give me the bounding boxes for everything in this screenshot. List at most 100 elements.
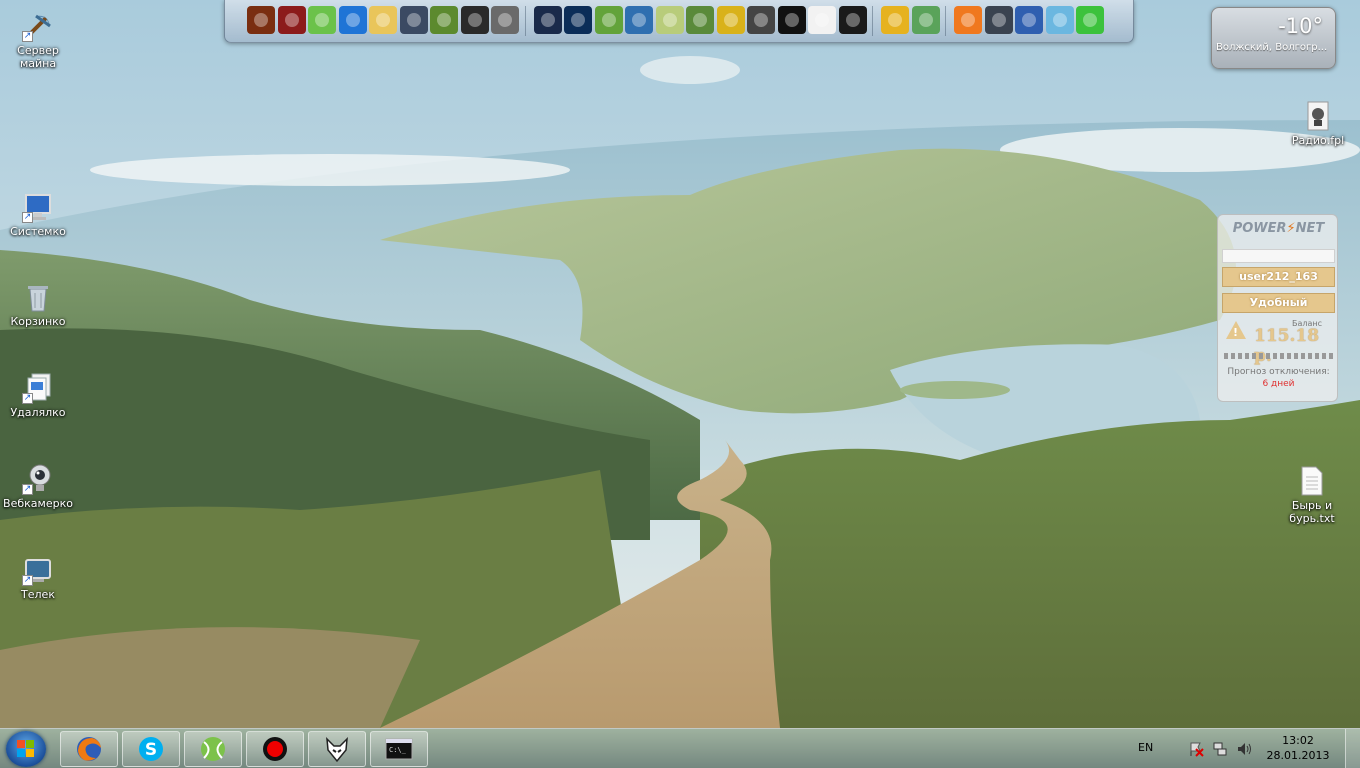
desktop-wallpaper <box>0 0 1360 728</box>
warning-mark: ! <box>1233 326 1239 339</box>
crescent-app-icon <box>1022 13 1036 27</box>
dock-item-money-icon[interactable] <box>911 6 940 34</box>
system-clock[interactable]: 13:02 28.01.2013 <box>1266 733 1330 763</box>
dock-item-weather-sun-icon[interactable] <box>881 6 909 34</box>
desktop-icon-webcam[interactable]: ↗ Вебкамерко <box>0 463 76 510</box>
dock-item-monitor-99-icon[interactable] <box>747 6 775 34</box>
desktop-icon-recycle-bin[interactable]: Корзинко <box>0 281 76 328</box>
steam-icon <box>991 13 1006 27</box>
dock-item-photoshop-icon[interactable] <box>564 6 592 34</box>
dock-item-soldier-icon[interactable] <box>399 6 428 34</box>
weather-gadget[interactable]: -10° Волжский, Волгогр... <box>1211 7 1336 69</box>
dock-item-road-icon[interactable] <box>686 6 714 34</box>
start-button[interactable] <box>6 731 46 767</box>
svg-text:C:\_: C:\_ <box>389 746 407 754</box>
dock-item-crescent-app-icon[interactable] <box>1015 6 1043 34</box>
dock-item-android-icon[interactable] <box>1045 6 1074 34</box>
application-dock <box>224 0 1134 43</box>
desktop-icon-label: Удалялко <box>10 406 66 419</box>
dock-item-origin-icon[interactable] <box>954 6 982 34</box>
landscape-app-icon <box>601 13 616 27</box>
desktop-icon-label: Корзинко <box>10 315 66 328</box>
minecraft-block-icon <box>437 13 451 27</box>
dock-item-green-star-icon[interactable] <box>1076 6 1104 34</box>
powernet-logo-text: NET <box>1295 221 1325 236</box>
weather-temperature: -10° <box>1278 14 1323 38</box>
webcam-icon: ↗ <box>22 463 54 495</box>
clock-date: 28.01.2013 <box>1266 749 1330 762</box>
dock-item-lens-app-icon[interactable] <box>533 6 562 34</box>
play-icon <box>845 13 860 27</box>
pickaxe-icon <box>345 13 360 27</box>
taskbar-firefox[interactable] <box>60 731 118 767</box>
record-icon <box>263 737 287 761</box>
landscape-illustration <box>0 0 1360 728</box>
diablo-icon <box>254 13 268 27</box>
console-icon: C:\_ <box>385 738 413 760</box>
notebook-icon <box>662 13 677 27</box>
dock-item-phone-app-icon[interactable] <box>277 6 306 34</box>
dock-item-pen-tool-icon[interactable] <box>625 6 653 34</box>
desktop-icon-label: Телек <box>21 588 55 601</box>
dock-separator <box>872 6 873 36</box>
dock-item-notebook-icon[interactable] <box>655 6 684 34</box>
desktop-icon-label: Системко <box>10 225 66 238</box>
money-icon <box>918 13 933 27</box>
dock-item-winamp-icon[interactable] <box>716 6 745 34</box>
winamp-icon <box>723 13 738 27</box>
tennis-ball-icon <box>201 737 225 761</box>
taskbar-foobar[interactable] <box>308 731 366 767</box>
desktop-icon-label: Вебкамерко <box>3 497 73 510</box>
tv-icon: ↗ <box>22 554 54 586</box>
desktop-icon-mining-server[interactable]: ↗ Сервер майна <box>0 10 76 70</box>
taskbar-tennis-app[interactable] <box>184 731 242 767</box>
record-icon <box>784 13 799 27</box>
bolt-icon: ⚡ <box>1286 221 1296 236</box>
skype-icon: S <box>139 737 163 761</box>
dock-separator <box>945 6 946 36</box>
language-indicator[interactable]: EN <box>1138 741 1153 754</box>
desktop-icon-label: Сервер майна <box>17 44 59 70</box>
volume-icon[interactable] <box>1236 741 1252 757</box>
show-desktop-button[interactable] <box>1345 729 1360 768</box>
desktop-icon-computer[interactable]: ↗ Системко <box>0 191 76 238</box>
taskbar-skype[interactable]: S <box>122 731 180 767</box>
fox-mask-icon <box>326 737 348 763</box>
dock-item-minecraft-block-icon[interactable] <box>430 6 458 34</box>
taskbar-console[interactable]: C:\_ <box>370 731 428 767</box>
remote-desktop-icon: ↗ <box>22 372 54 404</box>
desktop-icon-radio-playlist[interactable]: Радио.fpl <box>1280 100 1356 147</box>
dock-item-sims-icon[interactable] <box>308 6 336 34</box>
dock-item-fox-mask-icon[interactable] <box>808 6 836 34</box>
dock-item-steam-icon[interactable] <box>984 6 1013 34</box>
dock-item-landscape-app-icon[interactable] <box>594 6 623 34</box>
road-icon <box>693 13 707 27</box>
action-center-flag-icon[interactable] <box>1188 741 1204 757</box>
tank-shield-icon <box>498 13 512 27</box>
monitor-99-icon <box>754 13 768 27</box>
dock-item-record-icon[interactable] <box>777 6 806 34</box>
photoshop-icon <box>571 13 585 27</box>
fox-mask-icon <box>815 13 829 27</box>
dock-item-play-icon[interactable] <box>838 6 867 34</box>
desktop-icon-remote[interactable]: ↗ Удалялко <box>0 372 76 419</box>
powernet-divider <box>1224 353 1333 359</box>
desktop-icon-text-file[interactable]: Бырь и бурь.txt <box>1274 465 1350 525</box>
dock-item-star-compass-icon[interactable] <box>460 6 489 34</box>
powernet-gadget[interactable]: POWER⚡NET user212_163 Удобный ! Баланс 1… <box>1217 214 1338 402</box>
powernet-logo: POWER⚡NET <box>1218 221 1339 236</box>
dock-item-pickaxe-icon[interactable] <box>338 6 367 34</box>
desktop-icon-tv[interactable]: ↗ Телек <box>0 554 76 601</box>
taskbar-recorder[interactable] <box>246 731 304 767</box>
dock-item-diablo-icon[interactable] <box>247 6 275 34</box>
powernet-logo-text: POWER <box>1232 221 1287 236</box>
dock-item-tank-shield-icon[interactable] <box>491 6 519 34</box>
sims-icon <box>315 13 329 27</box>
origin-icon <box>961 13 975 27</box>
pickaxe-icon: ↗ <box>22 10 54 42</box>
android-icon <box>1052 13 1067 27</box>
forecast-value: 6 дней <box>1262 379 1295 389</box>
lens-app-icon <box>540 13 555 27</box>
dock-item-vault-boy-icon[interactable] <box>369 6 397 34</box>
network-icon[interactable] <box>1212 741 1228 757</box>
